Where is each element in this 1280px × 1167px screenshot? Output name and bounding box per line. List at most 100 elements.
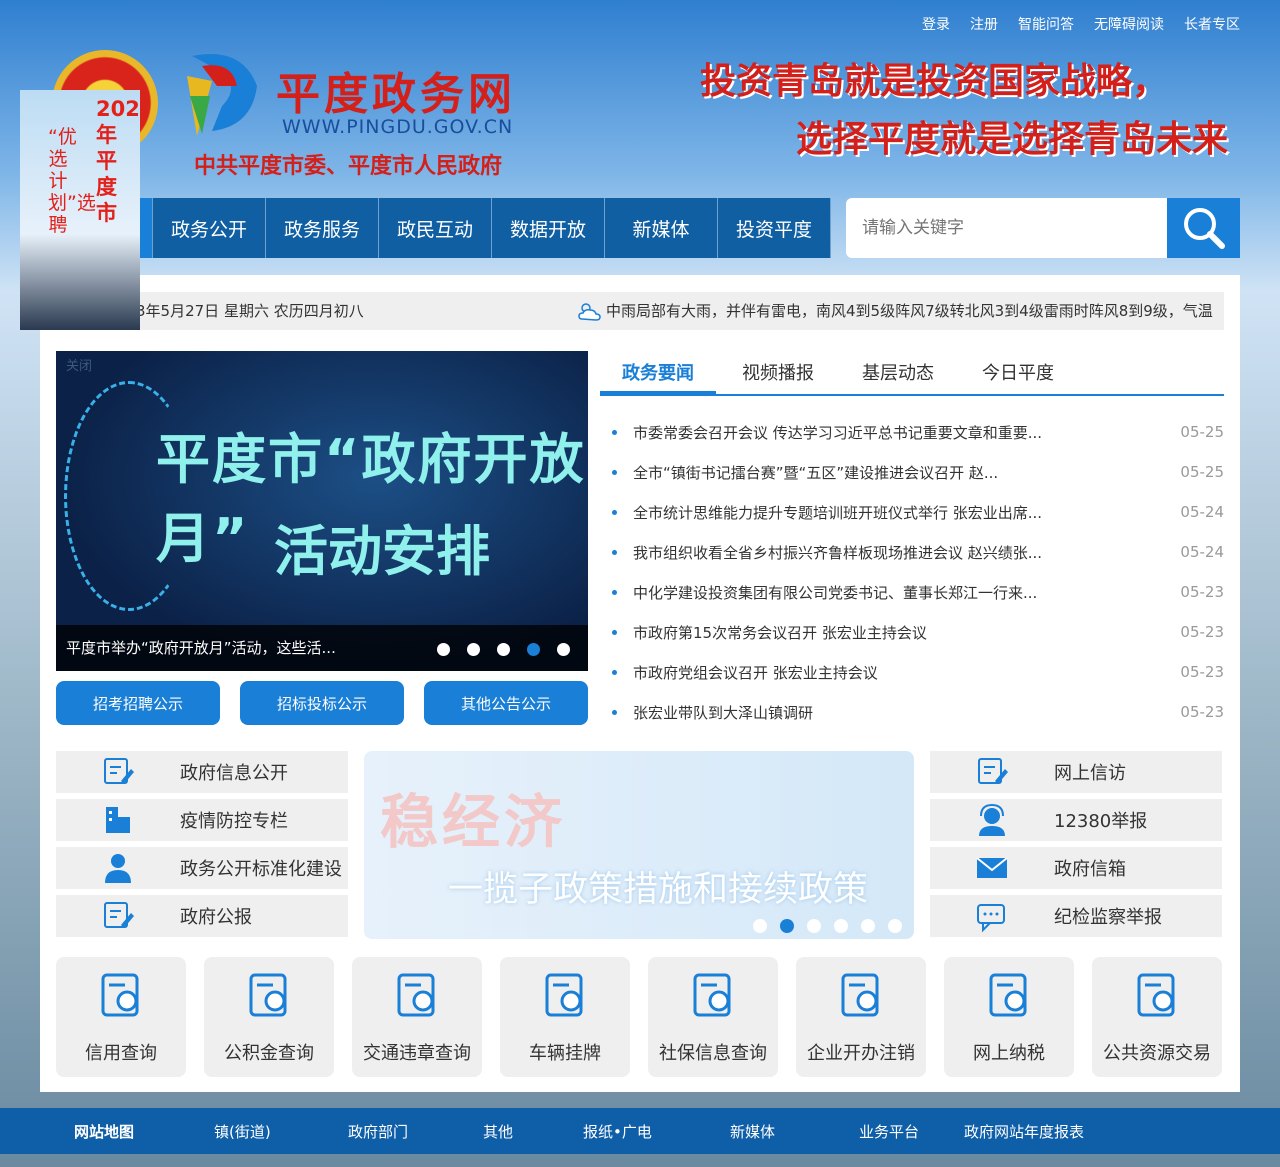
service-item[interactable]: 公共资源交易 [1092, 957, 1222, 1077]
tab-video[interactable]: 视频播报 [720, 356, 836, 394]
news-title: 全市统计思维能力提升专题培训班开班仪式举行 张宏业出席... [633, 503, 1043, 522]
quick-link[interactable]: 政府信箱 [930, 847, 1222, 889]
chat-icon [930, 899, 1054, 933]
document-edit-icon [930, 755, 1054, 789]
news-item[interactable]: 全市“镇街书记擂台赛”暨“五区”建设推进会议召开 赵... 05-25 [612, 452, 1224, 492]
quick-link[interactable]: 政府信息公开 [56, 751, 348, 793]
footer-platform[interactable]: 业务平台 [859, 1121, 964, 1142]
nav-invest[interactable]: 投资平度 [718, 198, 831, 258]
service-item[interactable]: 社保信息查询 [648, 957, 778, 1077]
news-date: 05-25 [1180, 463, 1224, 481]
quick-link[interactable]: 纪检监察举报 [930, 895, 1222, 937]
weather-text: 中雨局部有大雨，并伴有雷电，南风4到5级阵风7级转北风3到4级雷雨时阵风8到9级… [606, 302, 1213, 320]
footer-other[interactable]: 其他 [483, 1121, 583, 1142]
news-item[interactable]: 市政府第15次常务会议召开 张宏业主持会议 05-23 [612, 612, 1224, 652]
quick-link[interactable]: 政务公开标准化建设 [56, 847, 348, 889]
quick-link[interactable]: 网上信访 [930, 751, 1222, 793]
bullet-icon [612, 469, 617, 475]
quick-link-label: 疫情防控专栏 [180, 811, 288, 832]
elderly-link[interactable]: 长者专区 [1184, 14, 1240, 34]
news-title: 我市组织收看全省乡村振兴齐鲁样板现场推进会议 赵兴绩张... [633, 543, 1043, 562]
service-item[interactable]: 公积金查询 [204, 957, 334, 1077]
notice-buttons: 招考招聘公示 招标投标公示 其他公告公示 [56, 681, 588, 725]
quick-link[interactable]: 12380举报 [930, 799, 1222, 841]
info-bar: 3年5月27日 星期六 农历四月初八 中雨局部有大雨，并伴有雷电，南风4到5级阵… [56, 292, 1224, 330]
recruitment-notice-button[interactable]: 招考招聘公示 [56, 681, 220, 725]
nav-gov-service[interactable]: 政务服务 [266, 198, 379, 258]
slider-dot[interactable] [437, 643, 450, 656]
footer-towns[interactable]: 镇(街道) [214, 1121, 348, 1142]
service-item[interactable]: 网上纳税 [944, 957, 1074, 1077]
news-item[interactable]: 张宏业带队到大泽山镇调研 05-23 [612, 692, 1224, 732]
footer-sitemap[interactable]: 网站地图 [74, 1121, 214, 1142]
news-date: 05-23 [1180, 583, 1224, 601]
slider-dot[interactable] [467, 643, 480, 656]
service-item[interactable]: 交通违章查询 [352, 957, 482, 1077]
weather-ticker: 中雨局部有大雨，并伴有雷电，南风4到5级阵风7级转北风3到4级雷雨时阵风8到9级… [576, 292, 1224, 330]
banner-subtitle: 一揽子政策措施和接续政策 [448, 870, 869, 910]
right-links: 网上信访 12380举报 政府信箱纪检监察举报 [930, 751, 1222, 943]
news-item[interactable]: 市委常委会召开会议 传达学习习近平总书记重要文章和重要... 05-25 [612, 412, 1224, 452]
slider-dot[interactable] [861, 919, 875, 933]
site-org: 中共平度市委、平度市人民政府 [194, 154, 503, 179]
news-item[interactable]: 中化学建设投资集团有限公司党委书记、董事长郑江一行来... 05-23 [612, 572, 1224, 612]
quick-link-label: 政务公开标准化建设 [180, 859, 342, 880]
register-link[interactable]: 注册 [970, 14, 998, 34]
search-button[interactable] [1167, 198, 1240, 258]
news-item[interactable]: 全市统计思维能力提升专题培训班开班仪式举行 张宏业出席... 05-24 [612, 492, 1224, 532]
quick-link-label: 政府信箱 [1054, 859, 1126, 880]
slider-dot[interactable] [780, 919, 794, 933]
nav-open-data[interactable]: 数据开放 [492, 198, 605, 258]
footer-annual-report[interactable]: 政府网站年度报表 [964, 1121, 1084, 1142]
slider-close-link[interactable]: 关闭 [66, 355, 92, 374]
bullet-icon [612, 629, 617, 635]
slider-dot[interactable] [807, 919, 821, 933]
search-box [846, 198, 1240, 258]
slider-dot[interactable] [888, 919, 902, 933]
news-item[interactable]: 我市组织收看全省乡村振兴齐鲁样板现场推进会议 赵兴绩张... 05-24 [612, 532, 1224, 572]
slider-dot[interactable] [753, 919, 767, 933]
nav-interaction[interactable]: 政民互动 [379, 198, 492, 258]
service-item[interactable]: 信用查询 [56, 957, 186, 1077]
slider-dot[interactable] [527, 643, 540, 656]
smart-qa-link[interactable]: 智能问答 [1018, 14, 1074, 34]
service-item[interactable]: 企业开办注销 [796, 957, 926, 1077]
quick-link[interactable]: 政府公报 [56, 895, 348, 937]
search-input[interactable] [846, 198, 1167, 258]
footer-departments[interactable]: 政府部门 [348, 1121, 483, 1142]
slider-dots [437, 643, 570, 656]
social-security-icon [687, 969, 739, 1025]
quick-link[interactable]: 疫情防控专栏 [56, 799, 348, 841]
floating-ad[interactable]: 2023年平度市 “优选计划”选聘 [20, 90, 140, 330]
user-icon [56, 851, 180, 885]
slider-dot[interactable] [497, 643, 510, 656]
document-edit-icon [56, 899, 180, 933]
policy-banner[interactable]: 稳经济 一揽子政策措施和接续政策 [364, 751, 914, 939]
tab-today[interactable]: 今日平度 [960, 356, 1076, 394]
other-notice-button[interactable]: 其他公告公示 [424, 681, 588, 725]
slider-dot[interactable] [557, 643, 570, 656]
quick-link-label: 纪检监察举报 [1054, 907, 1162, 928]
bullet-icon [612, 509, 617, 515]
accessibility-link[interactable]: 无障碍阅读 [1094, 14, 1164, 34]
news-item[interactable]: 市政府党组会议召开 张宏业主持会议 05-23 [612, 652, 1224, 692]
service-item[interactable]: 车辆挂牌 [500, 957, 630, 1077]
news-slider[interactable]: 关闭 平度市“政府开放月” 活动安排 平度市举办“政府开放月”活动，这些活... [56, 351, 588, 671]
site-logo-icon [187, 54, 257, 136]
nav-gov-open[interactable]: 政务公开 [153, 198, 266, 258]
footer-new-media[interactable]: 新媒体 [730, 1121, 859, 1142]
quick-link-label: 12380举报 [1054, 811, 1148, 832]
bidding-notice-button[interactable]: 招标投标公示 [240, 681, 404, 725]
car-search-icon [391, 969, 443, 1025]
login-link[interactable]: 登录 [922, 14, 950, 34]
tab-gov-news[interactable]: 政务要闻 [600, 356, 716, 394]
ad-line-2: “优选计划”选聘 [48, 126, 96, 236]
resource-trade-icon [1131, 969, 1183, 1025]
tab-grassroots[interactable]: 基层动态 [840, 356, 956, 394]
nav-new-media[interactable]: 新媒体 [605, 198, 718, 258]
footer-media[interactable]: 报纸•广电 [583, 1121, 730, 1142]
news-title: 市政府第15次常务会议召开 张宏业主持会议 [633, 623, 927, 642]
slider-dot[interactable] [834, 919, 848, 933]
service-label: 网上纳税 [973, 1043, 1045, 1064]
search-icon [1183, 208, 1225, 249]
